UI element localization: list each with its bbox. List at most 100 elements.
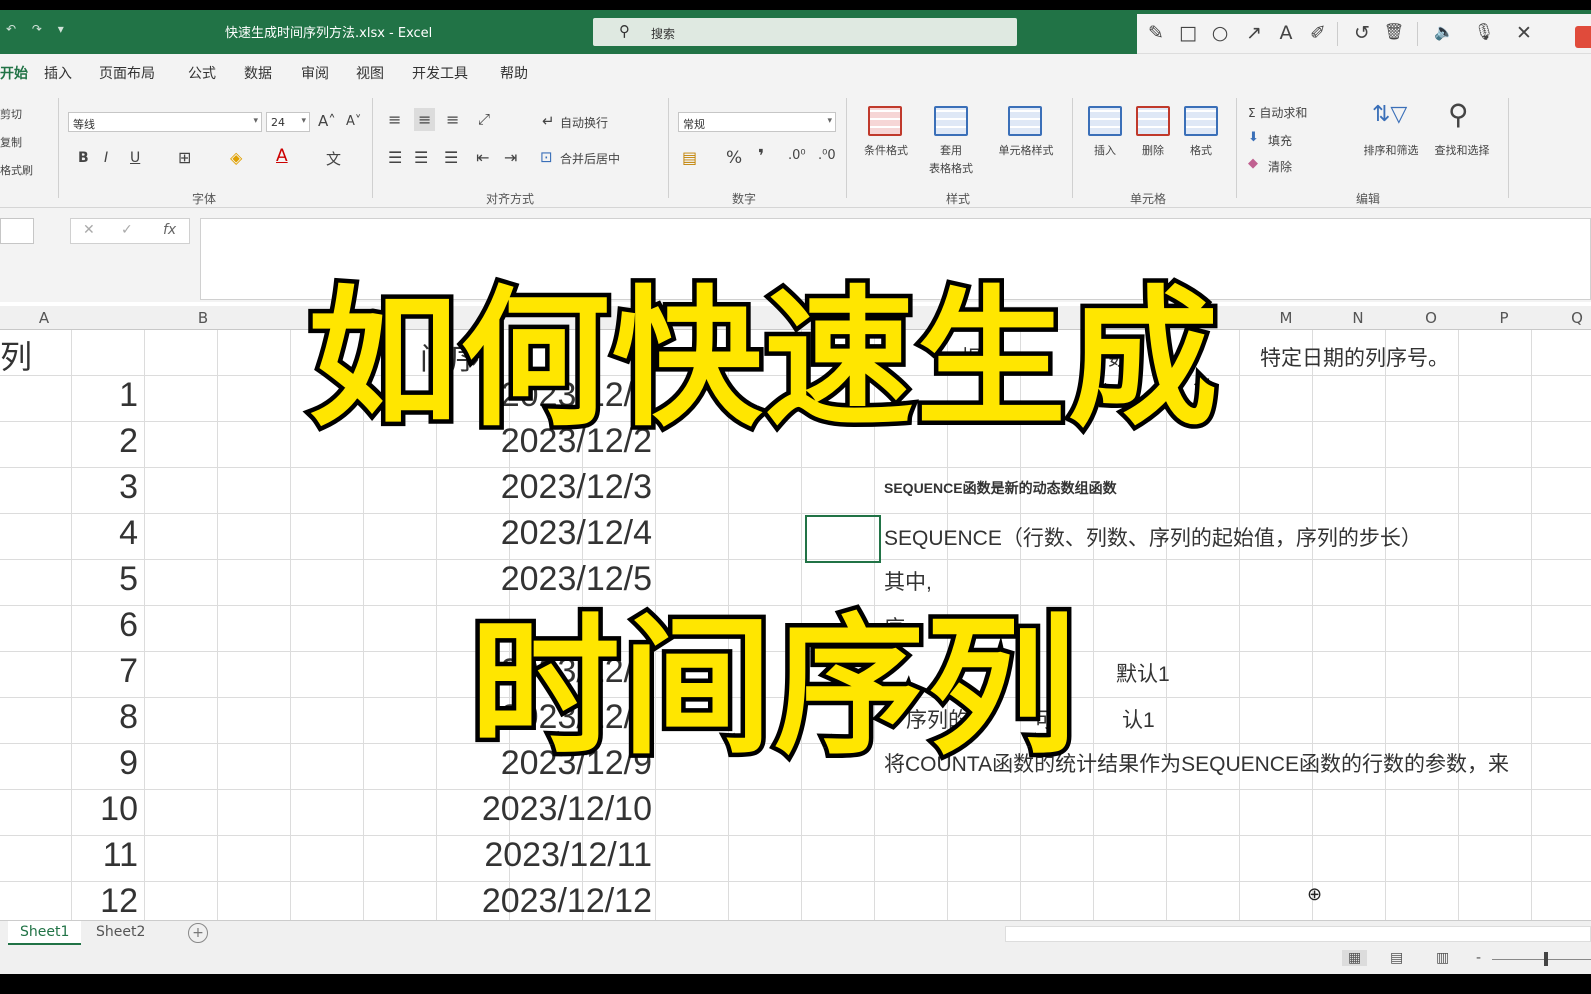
cell-row-number[interactable]: 5 [48,560,138,599]
speaker-icon[interactable]: 🔈 [1431,22,1457,41]
bold-button[interactable]: B [78,150,89,166]
column-header-a[interactable]: A [34,309,54,327]
font-grow-button[interactable]: A˄ [318,112,336,130]
cell-note-top[interactable]: 特定日期的列序号。 [1260,342,1449,372]
insert-function-icon[interactable]: fx [163,222,176,238]
zoom-slider-thumb[interactable] [1544,952,1548,966]
cell-row-number[interactable]: 8 [48,698,138,737]
delete-cells-button[interactable]: 删除 [1133,142,1173,158]
selected-cell[interactable] [805,515,881,563]
cell-header-a[interactable]: 列 [0,332,32,378]
microphone-icon[interactable]: 🎙 [1471,22,1497,41]
zoom-slider[interactable] [1492,959,1591,960]
undo-icon[interactable]: ↺ [1349,22,1375,44]
delete-icon[interactable]: 🗑 [1381,22,1407,41]
increase-decimal-icon[interactable]: .0⁰ [788,148,806,163]
column-header-b[interactable]: B [193,309,213,327]
phonetic-icon[interactable]: 文 [326,148,341,169]
find-select-button[interactable]: 查找和选择 [1426,142,1498,158]
cell-styles-button[interactable]: 单元格样式 [990,142,1062,158]
marker-icon[interactable]: ✐ [1305,22,1331,44]
tab-help[interactable]: 帮助 [500,63,528,83]
orientation-icon[interactable]: ⤢ [478,110,490,128]
format-cells-icon[interactable] [1184,106,1218,136]
add-sheet-button[interactable]: + [188,923,208,943]
cell-note[interactable]: 默认1 [1116,658,1170,688]
column-header-p[interactable]: P [1494,309,1514,327]
cut-button[interactable]: 剪切 [0,106,22,122]
cell-row-number[interactable]: 9 [48,744,138,783]
rectangle-icon[interactable]: □ [1175,22,1201,44]
tab-view[interactable]: 视图 [356,63,384,83]
percent-button[interactable]: % [726,148,742,168]
align-middle-icon[interactable]: ≡ [414,108,436,131]
cell-row-number[interactable]: 7 [48,652,138,691]
search-input[interactable]: ⚲ 搜索 [593,18,1017,46]
underline-button[interactable]: U [130,150,140,166]
cancel-icon[interactable]: ✕ [83,222,95,238]
italic-button[interactable]: I [104,150,108,166]
cell-date[interactable]: 2023/12/3 [352,468,652,507]
column-header-o[interactable]: O [1421,309,1441,327]
insert-cells-icon[interactable] [1088,106,1122,136]
enter-icon[interactable]: ✓ [121,222,133,238]
wrap-text-button[interactable]: 自动换行 [560,114,608,131]
tab-page-layout[interactable]: 页面布局 [99,63,155,83]
record-icon[interactable] [1575,26,1591,48]
align-right-icon[interactable]: ☰ [444,148,458,167]
conditional-format-icon[interactable] [868,106,902,136]
zoom-out-button[interactable]: - [1476,950,1481,966]
cell-row-number[interactable]: 2 [48,422,138,461]
tab-developer[interactable]: 开发工具 [412,63,468,83]
cell-row-number[interactable]: 6 [48,606,138,645]
cell-note[interactable]: 认1 [1122,704,1155,734]
format-as-table-icon[interactable] [934,106,968,136]
page-break-view-icon[interactable]: ▥ [1436,950,1449,966]
column-header-n[interactable]: N [1348,309,1368,327]
cell-row-number[interactable]: 1 [48,376,138,415]
normal-view-icon[interactable]: ▦ [1342,950,1368,966]
font-shrink-button[interactable]: A˅ [346,114,361,129]
sheet-tab-sheet1[interactable]: Sheet1 [8,921,82,945]
tab-formulas[interactable]: 公式 [188,63,216,83]
tab-insert[interactable]: 插入 [44,63,72,83]
cell-date[interactable]: 2023/12/11 [352,836,652,875]
align-center-icon[interactable]: ☰ [414,148,428,167]
font-size-dropdown[interactable]: 24 [266,112,310,132]
comma-button[interactable]: ❜ [758,146,764,167]
cell-row-number[interactable]: 4 [48,514,138,553]
format-as-table-label-2[interactable]: 表格格式 [915,160,987,176]
tab-review[interactable]: 审阅 [301,63,329,83]
align-top-icon[interactable]: ≡ [388,110,401,129]
pencil-icon[interactable]: ✎ [1143,22,1169,44]
border-icon[interactable]: ⊞ [178,148,191,167]
name-box[interactable] [0,218,34,244]
fill-color-icon[interactable]: ◈ [230,148,242,167]
currency-icon[interactable]: ▤ [682,148,697,167]
tab-data[interactable]: 数据 [244,63,272,83]
insert-cells-button[interactable]: 插入 [1085,142,1125,158]
sheet-tab-sheet2[interactable]: Sheet2 [84,921,157,945]
cell-date[interactable]: 2023/12/12 [352,882,652,921]
column-header-q[interactable]: Q [1567,309,1587,327]
sort-filter-icon[interactable]: ⇅▽ [1372,102,1407,127]
align-left-icon[interactable]: ☰ [388,148,402,167]
text-icon[interactable]: A [1273,22,1299,44]
format-painter-button[interactable]: 格式刷 [0,162,33,178]
cell-date[interactable]: 2023/12/4 [352,514,652,553]
find-icon[interactable]: ⚲ [1448,98,1469,131]
ellipse-icon[interactable]: ○ [1207,22,1233,44]
cell-row-number[interactable]: 10 [48,790,138,829]
decrease-decimal-icon[interactable]: .⁰0 [818,148,836,163]
fill-button[interactable]: 填充 [1268,132,1292,149]
cell-note-syntax[interactable]: SEQUENCE（行数、列数、序列的起始值，序列的步长） [884,522,1422,552]
align-bottom-icon[interactable]: ≡ [446,110,459,129]
font-name-dropdown[interactable]: 等线 [68,112,262,132]
cell-row-number[interactable]: 3 [48,468,138,507]
quick-access-toolbar[interactable]: ↶ ↷ ▾ [6,22,70,36]
increase-indent-icon[interactable]: ⇥ [504,148,517,167]
number-format-dropdown[interactable]: 常规 [678,112,836,132]
delete-cells-icon[interactable] [1136,106,1170,136]
tab-home[interactable]: 开始 [0,63,28,83]
autosum-button[interactable]: Σ 自动求和 [1248,104,1307,121]
